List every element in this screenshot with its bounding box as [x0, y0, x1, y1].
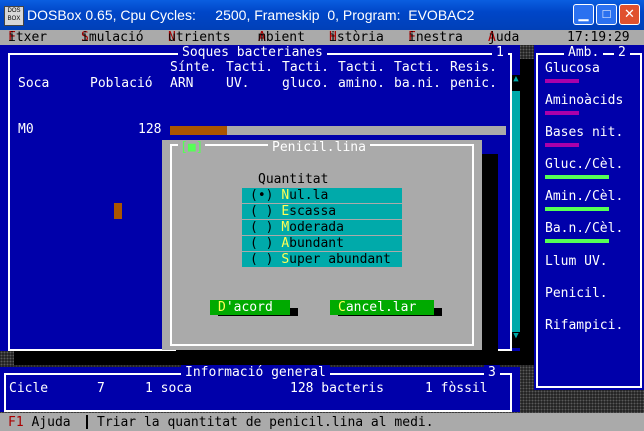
col-header-soca: Soca — [18, 76, 50, 91]
env-bases-nit-bar — [545, 143, 579, 147]
col-header-penic: penic. — [450, 76, 497, 91]
env-aminoacids-bar — [545, 111, 579, 115]
population-bar-fill — [170, 126, 228, 135]
dialog-shadow-bottom — [176, 350, 498, 364]
env-gluc-cel-bar — [545, 175, 609, 179]
strain-row-name[interactable]: M0 — [18, 122, 34, 137]
col-header-amino: amino. — [338, 76, 385, 91]
environment-window-number: 2 — [614, 45, 630, 60]
strains-window-number: 1 — [492, 45, 508, 60]
env-aminoacids[interactable]: Aminoàcids — [545, 93, 623, 108]
dialog-title: Penicil.lina — [268, 140, 370, 155]
penicillin-dialog[interactable]: [■] Penicil.lina Quantitat (•) Nul.la ( … — [162, 140, 482, 350]
maximize-icon: □ — [602, 6, 611, 21]
status-bar: F1 Ajuda Triar la quantitat de penicil.l… — [0, 413, 644, 431]
radio-escassa[interactable]: ( ) Escassa — [242, 204, 402, 219]
col-header-bani: ba.ni. — [394, 76, 441, 91]
close-icon: ✕ — [624, 6, 635, 21]
col-header-sintesi: Sínte. — [170, 60, 217, 75]
strains-window-shadow — [520, 59, 534, 365]
env-ban-cel-bar — [545, 239, 609, 243]
col-header-tacti-amino: Tacti. — [338, 60, 385, 75]
env-glucosa[interactable]: Glucosa — [545, 61, 600, 76]
env-penicil[interactable]: Penicil. — [545, 286, 608, 301]
env-llum-uv[interactable]: Llum UV. — [545, 254, 608, 269]
col-header-arn: ARN — [170, 76, 194, 91]
strains-window-title: Soques bacterianes — [178, 45, 327, 60]
env-gluc-cel[interactable]: Gluc./Cèl. — [545, 157, 623, 172]
env-ban-cel[interactable]: Ba.n./Cèl. — [545, 221, 623, 236]
menu-bar: Fitxer Simulació Nutrients Ambient Histò… — [0, 30, 644, 45]
info-window[interactable]: Informació general 3 Cicle 7 1 soca 128 … — [0, 365, 520, 412]
col-header-resis: Resis. — [450, 60, 497, 75]
minimize-icon: ▁ — [578, 6, 589, 21]
col-header-tacti-uv: Tacti. — [226, 60, 273, 75]
info-soca-count: 1 soca — [145, 381, 192, 396]
info-window-title: Informació general — [181, 365, 330, 380]
window-titlebar: DOS BOX DOSBox 0.65, Cpu Cycles: 2500, F… — [0, 0, 644, 30]
maximize-button[interactable]: □ — [596, 4, 617, 25]
info-bacteria-count: 128 bacteris — [290, 381, 384, 396]
info-cycle-label: Cicle — [9, 381, 49, 396]
radio-nulla[interactable]: (•) Nul.la — [242, 188, 402, 203]
col-header-tacti-gluco: Tacti. — [282, 60, 329, 75]
col-header-gluco: gluco. — [282, 76, 329, 91]
minimize-button[interactable]: ▁ — [573, 4, 594, 25]
dialog-shadow-right — [482, 154, 498, 364]
strains-scrollbar[interactable] — [512, 75, 520, 345]
scroll-up-arrow-icon[interactable]: ▲ — [512, 75, 520, 91]
radio-super-abundant[interactable]: ( ) Super abundant — [242, 252, 402, 267]
help-key-hint[interactable]: F1 Ajuda — [8, 415, 71, 430]
cancel-button[interactable]: Cancel.lar — [330, 300, 434, 315]
close-button[interactable]: ✕ — [619, 4, 640, 25]
environment-window-title: Amb. — [564, 45, 604, 60]
env-amin-cel-bar — [545, 207, 609, 211]
scroll-down-arrow-icon[interactable]: ▼ — [512, 332, 520, 348]
close-box-icon[interactable]: [■] — [180, 140, 203, 155]
env-glucosa-bar — [545, 79, 579, 83]
env-amin-cel[interactable]: Amin./Cèl. — [545, 189, 623, 204]
radio-moderada[interactable]: ( ) Moderada — [242, 220, 402, 235]
dos-screen: Fitxer Simulació Nutrients Ambient Histò… — [0, 30, 644, 431]
info-fossil-count: 1 fòssil — [425, 381, 488, 396]
environment-window[interactable]: Amb. 2 Glucosa Aminoàcids Bases nit. Glu… — [534, 45, 644, 390]
col-header-tacti-bani: Tacti. — [394, 60, 441, 75]
col-header-uv: UV. — [226, 76, 250, 91]
info-cycle-value: 7 — [97, 381, 105, 396]
ok-button[interactable]: D'acord — [210, 300, 290, 315]
dialog-close-button[interactable]: [■] — [178, 140, 206, 155]
clock: 17:19:29 — [567, 30, 630, 45]
radio-abundant[interactable]: ( ) Abundant — [242, 236, 402, 251]
dosbox-app-icon: DOS BOX — [4, 6, 24, 26]
status-divider — [86, 415, 88, 429]
strain-row-population: 128 — [138, 122, 162, 137]
quantity-group-label: Quantitat — [258, 172, 329, 187]
population-bar-track — [170, 126, 506, 135]
col-header-poblacio: Població — [90, 76, 153, 91]
window-title: DOSBox 0.65, Cpu Cycles: 2500, Frameskip… — [27, 7, 475, 23]
info-window-number: 3 — [484, 365, 500, 380]
status-message: Triar la quantitat de penicil.lina al me… — [97, 415, 434, 430]
bacteria-marker — [114, 203, 122, 219]
env-bases-nit[interactable]: Bases nit. — [545, 125, 623, 140]
env-rifampici[interactable]: Rifampici. — [545, 318, 623, 333]
